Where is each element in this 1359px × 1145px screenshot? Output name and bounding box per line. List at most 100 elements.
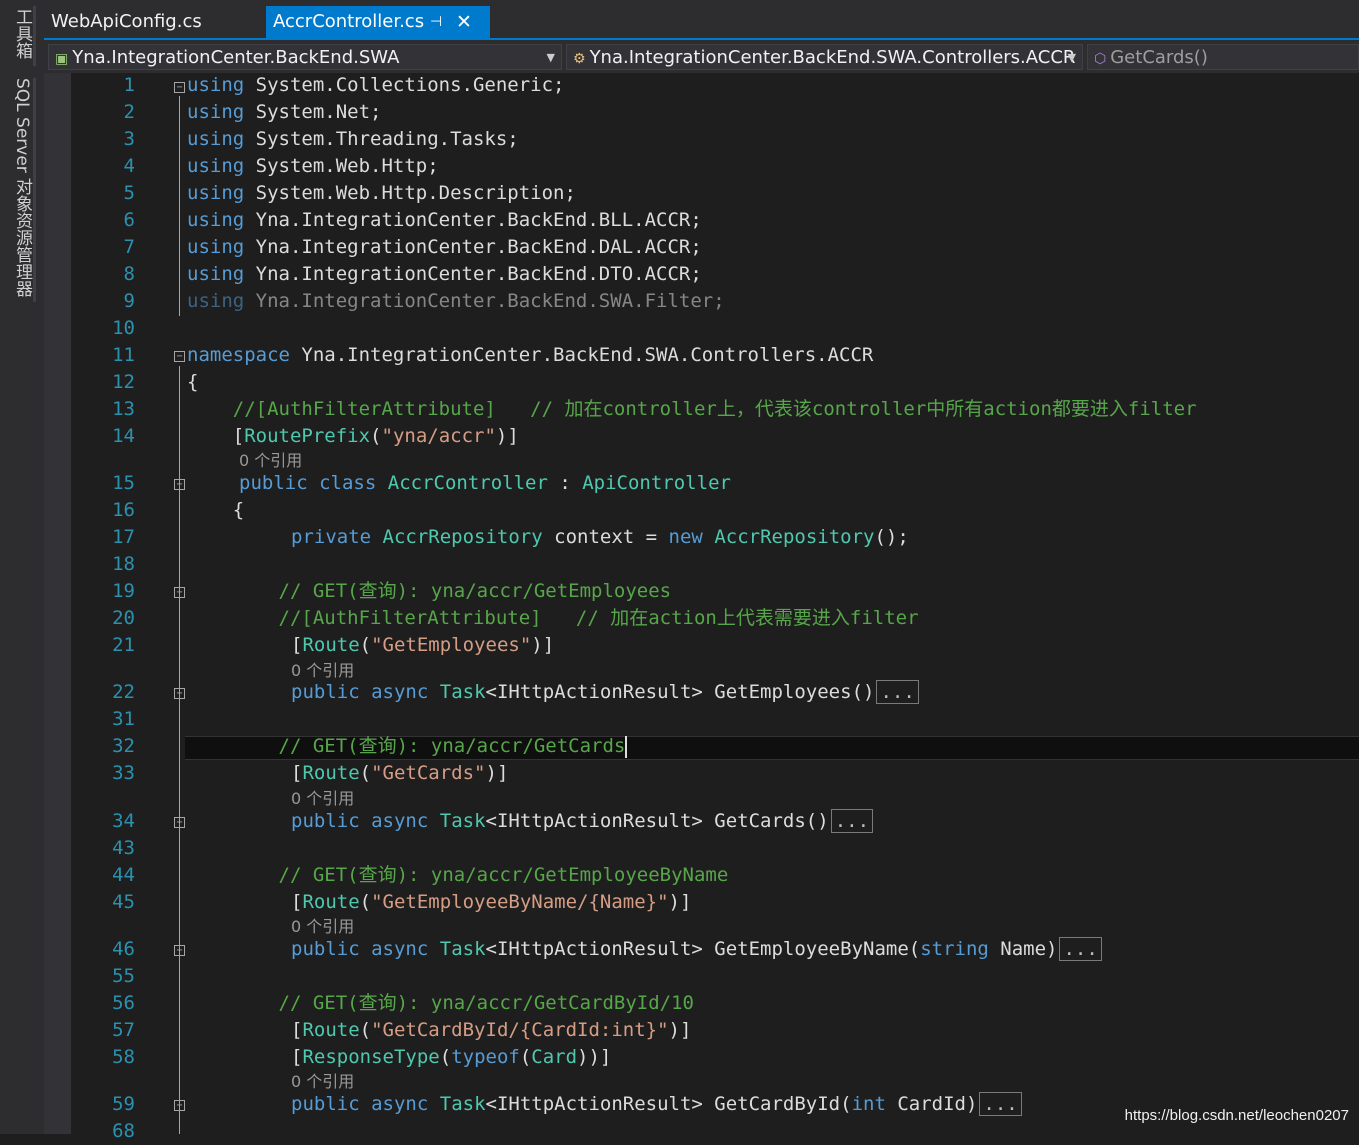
code-line[interactable]: public async Task<IHttpActionResult> Get…	[291, 936, 1102, 963]
code-line[interactable]: namespace Yna.IntegrationCenter.BackEnd.…	[187, 342, 873, 369]
keyword: async	[371, 681, 429, 703]
fold-guide	[179, 96, 180, 316]
code-comment[interactable]: //[AuthFilterAttribute] // 加在action上代表需要…	[187, 605, 919, 632]
type-name: AccrRepository	[714, 526, 875, 548]
type-name: ApiController	[582, 472, 731, 494]
type-name: RoutePrefix	[244, 425, 371, 447]
code-line[interactable]: using Yna.IntegrationCenter.BackEnd.BLL.…	[187, 207, 702, 234]
keyword: typeof	[451, 1046, 520, 1068]
code-text: Yna.IntegrationCenter.BackEnd.DTO.ACCR;	[244, 263, 702, 285]
expand-icon[interactable]: +	[174, 945, 185, 956]
code-line[interactable]: public async Task<IHttpActionResult> Get…	[291, 679, 919, 706]
code-line[interactable]: [Route("GetEmployeeByName/{Name}")]	[291, 889, 691, 916]
text-caret	[625, 735, 628, 758]
code-comment[interactable]: // GET(查询): yna/accr/GetEmployeeByName	[187, 862, 729, 889]
code-comment[interactable]: // GET(查询): yna/accr/GetEmployees	[187, 578, 672, 605]
code-text: :	[547, 472, 583, 494]
line-number: 2	[123, 101, 135, 123]
keyword: async	[371, 938, 429, 960]
code-text: System.Net;	[244, 101, 382, 123]
line-number: 8	[123, 263, 135, 285]
string-literal: "GetEmployeeByName/{Name}"	[371, 891, 669, 913]
string-literal: "GetCards"	[371, 762, 486, 784]
collapse-icon[interactable]: −	[174, 587, 185, 598]
tab-label: AccrController.cs	[273, 11, 425, 32]
code-line[interactable]: private AccrRepository context = new Acc…	[291, 524, 909, 551]
line-number: 11	[112, 344, 135, 366]
collapse-icon[interactable]: −	[174, 351, 185, 362]
code-text: [	[187, 425, 245, 447]
string-literal: "GetCardById/{CardId:int}"	[371, 1019, 669, 1041]
sql-server-explorer-tab[interactable]: SQL Server 对象资源管理器	[10, 78, 35, 297]
project-icon: ▣	[55, 51, 69, 67]
code-line[interactable]: using Yna.IntegrationCenter.BackEnd.DTO.…	[187, 261, 702, 288]
code-text: System.Threading.Tasks;	[244, 128, 519, 150]
project-dropdown[interactable]: ▣ Yna.IntegrationCenter.BackEnd.SWA ▼	[48, 44, 562, 70]
code-line[interactable]: public async Task<IHttpActionResult> Get…	[291, 1091, 1022, 1118]
collapsed-body-button[interactable]: ...	[876, 680, 919, 704]
pin-icon[interactable]: ⊣	[430, 6, 442, 38]
keyword: async	[371, 810, 429, 832]
tab-accrcontroller[interactable]: AccrController.cs ⊣ ✕	[266, 6, 490, 38]
code-line[interactable]: {	[187, 497, 244, 524]
code-lens-references[interactable]: 0 个引用	[291, 917, 354, 937]
code-line[interactable]: using System.Web.Http;	[187, 153, 439, 180]
code-line-current[interactable]: // GET(查询): yna/accr/GetCards	[187, 733, 628, 760]
code-text: <IHttpActionResult> GetEmployees()	[485, 681, 875, 703]
line-number: 44	[112, 864, 135, 886]
code-lens-references[interactable]: 0 个引用	[291, 661, 354, 681]
code-line-unused[interactable]: using Yna.IntegrationCenter.BackEnd.SWA.…	[187, 288, 725, 315]
collapse-icon[interactable]: −	[174, 479, 185, 490]
keyword: class	[319, 472, 377, 494]
expand-icon[interactable]: +	[174, 1100, 185, 1111]
code-text: Yna.IntegrationCenter.BackEnd.BLL.ACCR;	[244, 209, 702, 231]
keyword: async	[371, 1093, 429, 1115]
code-line[interactable]: using System.Collections.Generic;	[187, 72, 565, 99]
class-name: Yna.IntegrationCenter.BackEnd.SWA.Contro…	[589, 47, 1076, 68]
collapse-icon[interactable]: −	[174, 82, 185, 93]
expand-icon[interactable]: +	[174, 688, 185, 699]
code-line[interactable]: public class AccrController : ApiControl…	[239, 470, 731, 497]
line-number: 68	[112, 1120, 135, 1142]
code-text: (	[370, 425, 382, 447]
code-line[interactable]: [Route("GetEmployees")]	[291, 632, 554, 659]
keyword: int	[851, 1093, 886, 1115]
code-line[interactable]: using System.Net;	[187, 99, 381, 126]
code-line[interactable]: public async Task<IHttpActionResult> Get…	[291, 808, 874, 835]
collapsed-body-button[interactable]: ...	[1059, 937, 1102, 961]
code-line[interactable]: using System.Threading.Tasks;	[187, 126, 519, 153]
code-comment[interactable]: //[AuthFilterAttribute] // 加在controller上…	[187, 396, 1197, 423]
code-line[interactable]: [Route("GetCardById/{CardId:int}")]	[291, 1017, 691, 1044]
close-icon[interactable]: ✕	[456, 6, 472, 38]
line-number: 18	[112, 553, 135, 575]
code-text: {	[187, 499, 245, 521]
code-lens-references[interactable]: 0 个引用	[291, 1072, 354, 1092]
code-lens-references[interactable]: 0 个引用	[239, 451, 302, 471]
code-line[interactable]: {	[187, 369, 198, 396]
code-line[interactable]: [RoutePrefix("yna/accr")]	[187, 423, 519, 450]
watermark: https://blog.csdn.net/leochen0207	[1124, 1107, 1349, 1124]
expand-icon[interactable]: +	[174, 817, 185, 828]
tab-label: WebApiConfig.cs	[51, 11, 202, 32]
line-number: 19	[112, 580, 135, 602]
keyword: using	[187, 182, 245, 204]
code-line[interactable]: using System.Web.Http.Description;	[187, 180, 576, 207]
code-text: <IHttpActionResult> GetCards()	[485, 810, 829, 832]
class-dropdown[interactable]: ⚙ Yna.IntegrationCenter.BackEnd.SWA.Contr…	[566, 44, 1083, 70]
keyword: namespace	[187, 344, 290, 366]
tab-webapiconfig[interactable]: WebApiConfig.cs	[44, 6, 273, 38]
code-line[interactable]: [Route("GetCards")]	[291, 760, 508, 787]
sql-explorer-tab-indicator	[33, 78, 36, 302]
line-number: 45	[112, 891, 135, 913]
code-comment[interactable]: // GET(查询): yna/accr/GetCardById/10	[187, 990, 695, 1017]
code-line[interactable]: [ResponseType(typeof(Card))]	[291, 1044, 611, 1071]
toolbox-tab[interactable]: 工具箱	[10, 8, 35, 59]
collapsed-body-button[interactable]: ...	[979, 1092, 1022, 1116]
collapsed-body-button[interactable]: ...	[830, 809, 874, 833]
code-line[interactable]: using Yna.IntegrationCenter.BackEnd.DAL.…	[187, 234, 702, 261]
line-number: 59	[112, 1093, 135, 1115]
code-lens-references[interactable]: 0 个引用	[291, 789, 354, 809]
member-dropdown[interactable]: ⬡ GetCards()	[1087, 44, 1359, 70]
